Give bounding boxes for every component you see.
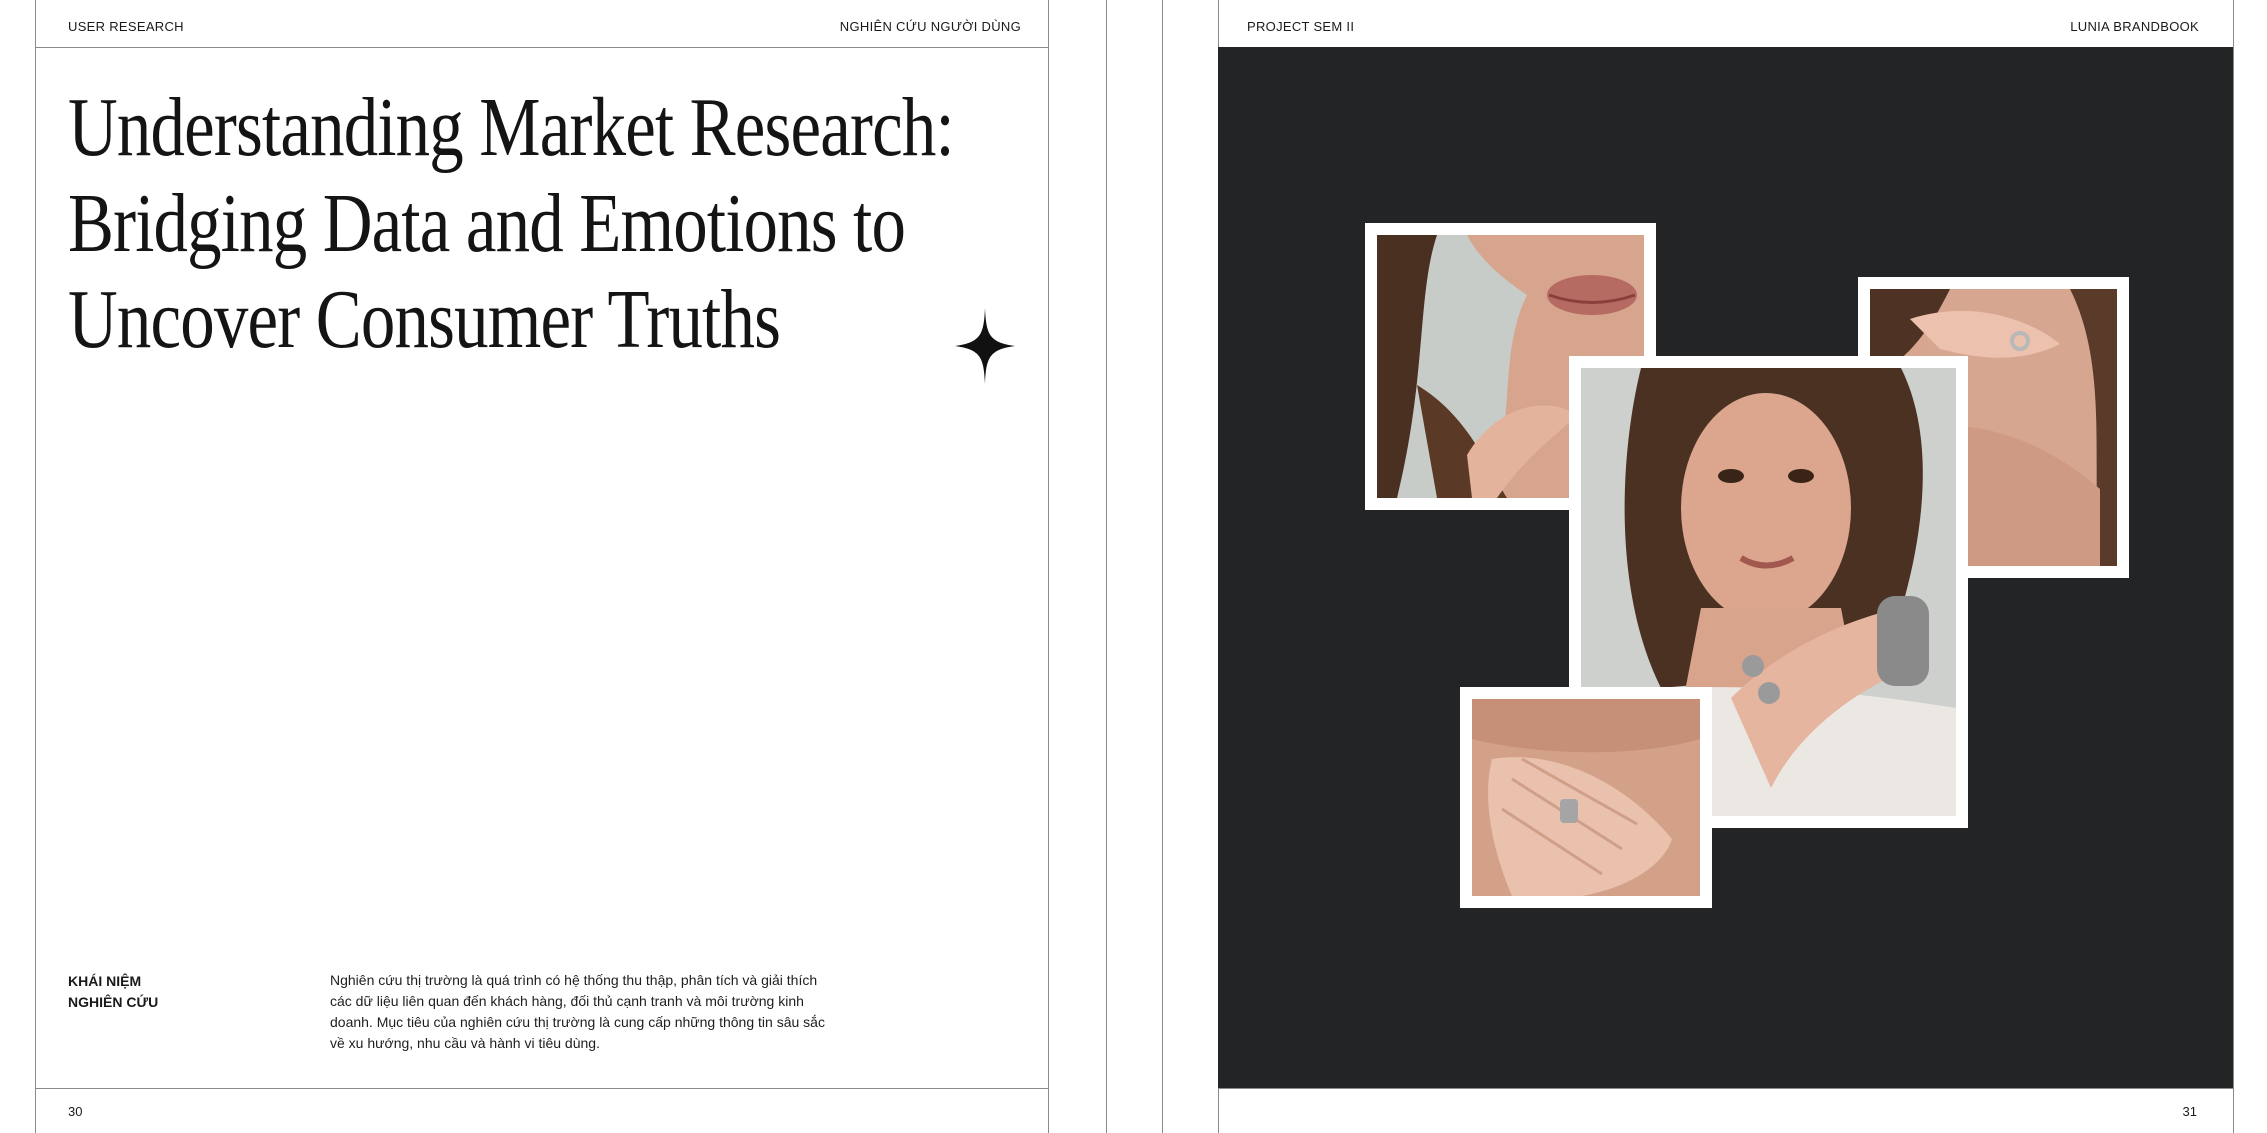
left-margin-rule <box>35 0 36 1133</box>
right-margin-rule <box>2233 0 2234 1133</box>
page-title: Understanding Market Research: Bridging … <box>68 80 955 368</box>
left-page-number: 30 <box>68 1104 83 1119</box>
right-header-project: PROJECT SEM II <box>1247 19 1355 34</box>
left-footer-rule <box>35 1088 1049 1089</box>
gutter-rule-2 <box>1162 0 1163 1133</box>
left-page-edge-rule <box>1048 0 1049 1133</box>
left-header-section-vi: NGHIÊN CỨU NGƯỜI DÙNG <box>839 19 1021 34</box>
concept-term-label: KHÁI NIỆM NGHIÊN CỨU <box>68 971 158 1013</box>
right-header-brandbook: LUNIA BRANDBOOK <box>2070 19 2199 34</box>
body-line-4: về xu hướng, nhu cầu và hành vi tiêu dùn… <box>330 1035 600 1051</box>
body-line-1: Nghiên cứu thị trường là quá trình có hệ… <box>330 972 818 988</box>
term-line-1: KHÁI NIỆM <box>68 973 142 989</box>
four-point-star-icon <box>955 308 1015 384</box>
right-page-number: 31 <box>2182 1104 2197 1119</box>
concept-description: Nghiên cứu thị trường là quá trình có hệ… <box>330 970 875 1054</box>
body-line-3: doanh. Mục tiêu của nghiên cứu thị trườn… <box>330 1014 825 1030</box>
right-footer-rule <box>1218 1088 2234 1089</box>
title-line-3: Uncover Consumer Truths <box>68 273 781 366</box>
title-line-1: Understanding Market Research: <box>68 81 955 174</box>
left-header-rule <box>35 47 1049 48</box>
title-line-2: Bridging Data and Emotions to <box>68 177 906 270</box>
left-header-section: USER RESEARCH <box>68 19 184 34</box>
gutter-rule-1 <box>1106 0 1107 1133</box>
term-line-2: NGHIÊN CỨU <box>68 994 159 1010</box>
hand-on-chest-with-ring-photo <box>1460 687 1712 908</box>
body-line-2: các dữ liệu liên quan đến khách hàng, đố… <box>330 993 804 1009</box>
